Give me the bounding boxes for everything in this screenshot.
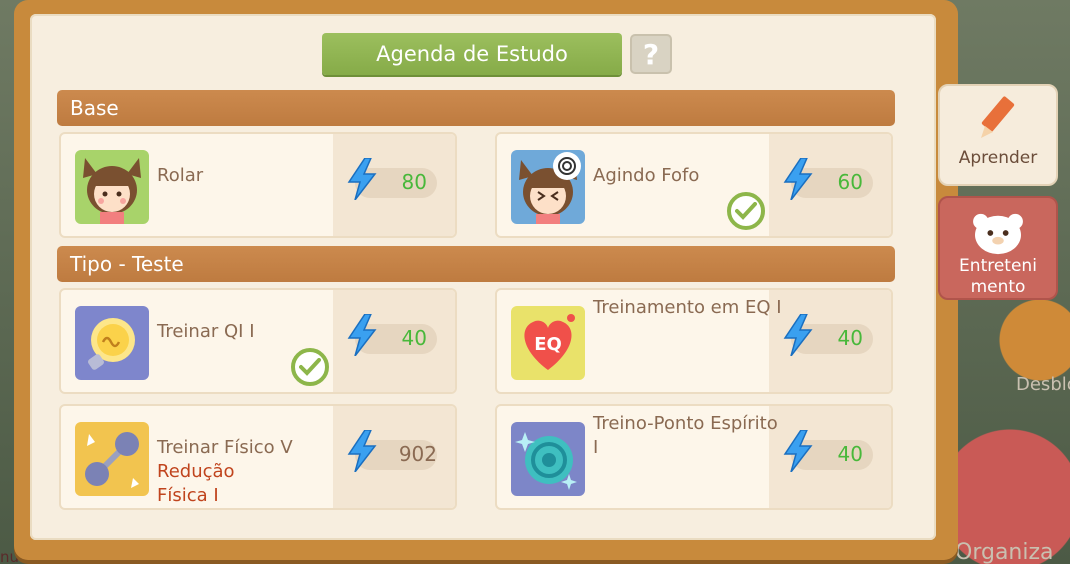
card-name: Treinamento em EQ I — [593, 297, 782, 318]
pencil-icon — [981, 96, 1015, 138]
cost-value: 80 — [401, 170, 427, 194]
edge-label-desbloquear: Desblo — [1016, 374, 1070, 395]
energy-bolt-icon — [783, 430, 813, 472]
svg-text:EQ: EQ — [534, 334, 562, 355]
card-name: Treinar QI I — [157, 321, 255, 342]
girl-cat-icon — [75, 150, 149, 224]
section-header-base: Base — [57, 90, 895, 126]
page-title: Agenda de Estudo — [322, 33, 622, 75]
study-card-treino-espirito[interactable]: Treino-Ponto Espírito I 40 — [495, 404, 893, 510]
section-header-tipo-teste: Tipo - Teste — [57, 246, 895, 282]
energy-bolt-icon — [347, 430, 377, 472]
card-subtitle: Redução Física I — [157, 461, 235, 506]
tab-label-line-1: Entreteni — [959, 256, 1037, 276]
lightbulb-icon — [75, 306, 149, 380]
study-card-agindo-fofo[interactable]: Agindo Fofo 60 — [495, 132, 893, 238]
eq-heart-icon: EQ — [511, 306, 585, 380]
tab-label: Aprender — [958, 148, 1038, 168]
energy-bolt-icon — [783, 158, 813, 200]
study-card-treinamento-eq[interactable]: EQ Treinamento em EQ I 40 — [495, 288, 893, 394]
tab-aprender[interactable]: Aprender — [938, 84, 1058, 186]
girl-cat-dizzy-icon — [511, 150, 585, 224]
card-name: Rolar — [157, 165, 204, 186]
cost-value: 40 — [837, 442, 863, 466]
edge-label-organizar: Organiza — [955, 540, 1054, 564]
energy-bolt-icon — [347, 158, 377, 200]
card-name: Agindo Fofo — [593, 165, 700, 186]
completed-check-icon — [291, 348, 329, 386]
bear-face-icon — [973, 213, 1023, 255]
completed-check-icon — [727, 192, 765, 230]
tab-label-line-2: mento — [970, 277, 1026, 297]
card-name-block: Treinar Físico V Redução Física I — [157, 436, 347, 508]
study-card-rolar[interactable]: Rolar 80 — [59, 132, 457, 238]
energy-bolt-icon — [783, 314, 813, 356]
card-name: Treino-Ponto Espírito I — [593, 413, 778, 458]
spirit-galaxy-icon — [511, 422, 585, 496]
study-card-treinar-fisico[interactable]: Treinar Físico V Redução Física I 902 — [59, 404, 457, 510]
cost-value: 902 — [398, 442, 437, 466]
help-button[interactable]: ? — [630, 34, 672, 74]
energy-bolt-icon — [347, 314, 377, 356]
cost-value: 40 — [837, 326, 863, 350]
tab-entretenimento[interactable]: Entreteni mento — [938, 196, 1058, 300]
dumbbell-icon — [75, 422, 149, 496]
cost-value: 40 — [401, 326, 427, 350]
cost-value: 60 — [837, 170, 863, 194]
study-card-treinar-qi[interactable]: Treinar QI I 40 — [59, 288, 457, 394]
card-name: Treinar Físico V — [157, 437, 293, 458]
